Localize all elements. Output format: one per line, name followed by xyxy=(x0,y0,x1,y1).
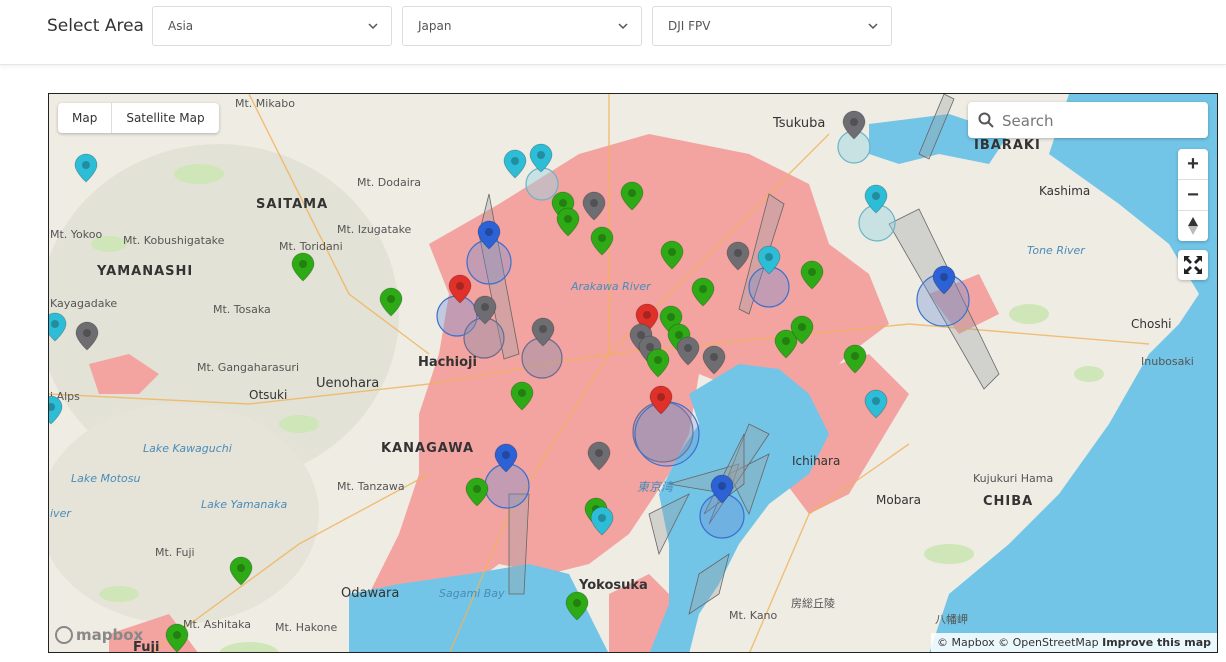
drone-zone-marker-green[interactable] xyxy=(291,252,315,282)
drone-zone-marker-green[interactable] xyxy=(800,260,824,290)
drone-zone-marker-cyan[interactable] xyxy=(49,312,67,342)
compass-icon xyxy=(1188,217,1198,235)
drone-zone-marker-green[interactable] xyxy=(660,240,684,270)
drone-zone-marker-cyan[interactable] xyxy=(757,245,781,275)
drone-zone-marker-green[interactable] xyxy=(165,623,189,652)
drone-select[interactable]: DJI FPV xyxy=(652,6,892,46)
region-select[interactable]: Asia xyxy=(152,6,392,46)
map-view-button[interactable]: Map xyxy=(58,103,113,133)
fullscreen-button[interactable] xyxy=(1178,250,1208,280)
zoom-in-button[interactable]: + xyxy=(1178,149,1208,180)
drone-zone-marker-cyan[interactable] xyxy=(503,149,527,179)
drone-zone-marker-blue[interactable] xyxy=(932,265,956,295)
drone-zone-marker-green[interactable] xyxy=(590,226,614,256)
drone-zone-marker-gray[interactable] xyxy=(702,345,726,375)
drone-zone-marker-gray[interactable] xyxy=(473,295,497,325)
attribution-text[interactable]: © Mapbox © OpenStreetMap xyxy=(937,636,1099,649)
chevron-down-icon xyxy=(868,23,878,30)
drone-zone-marker-green[interactable] xyxy=(691,277,715,307)
chevron-down-icon xyxy=(368,23,378,30)
drone-zone-marker-red[interactable] xyxy=(649,385,673,415)
drone-zone-marker-cyan[interactable] xyxy=(49,395,63,425)
drone-zone-marker-blue[interactable] xyxy=(477,220,501,250)
drone-zone-marker-cyan[interactable] xyxy=(529,143,553,173)
zoom-control: + − xyxy=(1178,149,1208,241)
drone-zone-marker-green[interactable] xyxy=(843,344,867,374)
country-select-value: Japan xyxy=(418,19,452,33)
drone-zone-marker-green[interactable] xyxy=(646,348,670,378)
satellite-map-button[interactable]: Satellite Map xyxy=(112,103,218,133)
top-toolbar: Select Area Asia Japan DJI FPV xyxy=(0,0,1226,65)
improve-map-link[interactable]: Improve this map xyxy=(1102,636,1211,649)
drone-pins-layer xyxy=(49,110,956,652)
drone-zone-marker-blue[interactable] xyxy=(710,474,734,504)
drone-zone-marker-gray[interactable] xyxy=(842,110,866,140)
drone-zone-marker-green[interactable] xyxy=(565,591,589,621)
map-attribution: © Mapbox © OpenStreetMap Improve this ma… xyxy=(931,633,1217,652)
drone-zone-marker-gray[interactable] xyxy=(75,321,99,351)
drone-zone-marker-green[interactable] xyxy=(620,181,644,211)
drone-zone-marker-cyan[interactable] xyxy=(864,389,888,419)
drone-zone-marker-green[interactable] xyxy=(379,287,403,317)
drone-zone-marker-gray[interactable] xyxy=(676,336,700,366)
country-select[interactable]: Japan xyxy=(402,6,642,46)
drone-zone-marker-green[interactable] xyxy=(556,207,580,237)
drone-zone-marker-green[interactable] xyxy=(465,477,489,507)
search-placeholder: Search xyxy=(1002,112,1054,130)
region-select-value: Asia xyxy=(168,19,194,33)
drone-zone-marker-cyan[interactable] xyxy=(74,153,98,183)
drone-zone-marker-green[interactable] xyxy=(510,381,534,411)
drone-zone-marker-cyan[interactable] xyxy=(590,506,614,536)
drone-zone-marker-blue[interactable] xyxy=(494,443,518,473)
drone-select-value: DJI FPV xyxy=(668,19,711,33)
drone-zone-marker-cyan[interactable] xyxy=(864,184,888,214)
drone-zone-marker-gray[interactable] xyxy=(582,191,606,221)
drone-zone-marker-red[interactable] xyxy=(448,274,472,304)
compass-button[interactable] xyxy=(1178,211,1208,241)
drone-zone-marker-gray[interactable] xyxy=(531,317,555,347)
zoom-out-button[interactable]: − xyxy=(1178,180,1208,211)
mapbox-logo-text: mapbox xyxy=(76,625,144,644)
map-type-toggle: Map Satellite Map xyxy=(58,103,219,133)
select-area-label: Select Area xyxy=(47,16,144,36)
fullscreen-icon xyxy=(1184,256,1202,274)
map-canvas[interactable]: Tsukuba IBARAKI Kashima Tone River SAITA… xyxy=(48,93,1218,653)
search-icon xyxy=(978,112,994,128)
map-search-box[interactable]: Search xyxy=(968,102,1208,138)
chevron-down-icon xyxy=(618,23,628,30)
drone-zone-marker-gray[interactable] xyxy=(726,241,750,271)
drone-zone-marker-green[interactable] xyxy=(229,556,253,586)
drone-zone-marker-gray[interactable] xyxy=(587,441,611,471)
mapbox-icon xyxy=(55,626,73,644)
mapbox-logo: mapbox xyxy=(55,625,144,644)
